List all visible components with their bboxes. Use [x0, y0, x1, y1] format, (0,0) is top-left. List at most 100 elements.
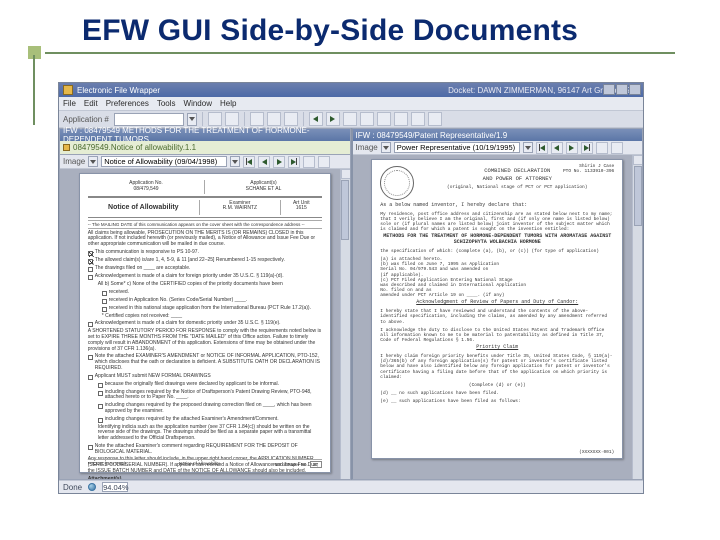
search-button[interactable]: [360, 112, 374, 126]
left-scrollbar[interactable]: [340, 169, 350, 479]
menu-preferences[interactable]: Preferences: [106, 99, 149, 108]
d1-l5d: received in this national stage applicat…: [109, 306, 322, 312]
d2-prio2: (Complete (d) or (e)): [380, 383, 614, 388]
open-button[interactable]: [208, 112, 222, 126]
right-doc-viewport[interactable]: Shirin J Case PTO No. 1133910-396 COMBIN…: [353, 155, 643, 479]
right-zoom-button[interactable]: [596, 142, 608, 154]
right-doc-page: Shirin J Case PTO No. 1133910-396 COMBIN…: [371, 159, 623, 459]
bar-icon: [589, 144, 590, 151]
right-pane: IFW : 08479549/Patent Representative/1.9…: [351, 128, 644, 480]
window-minimize-button[interactable]: [603, 84, 615, 95]
checkbox-icon: [98, 391, 103, 396]
window-close-button[interactable]: [629, 84, 641, 95]
d2-opt-d: (d) __ no such applications have been fi…: [380, 391, 614, 396]
scroll-up-button[interactable]: [341, 169, 350, 179]
d2-opt-c4: amended under PCT Article 19 on ____. (i…: [380, 293, 614, 298]
toolbar-separator: [202, 112, 203, 126]
menu-edit[interactable]: Edit: [84, 99, 98, 108]
right-next-page-button[interactable]: [566, 142, 578, 154]
checkbox-icon: [98, 404, 103, 409]
window-list-button[interactable]: [411, 112, 425, 126]
zoom-percent[interactable]: 94.04%: [102, 482, 128, 492]
save-button[interactable]: [225, 112, 239, 126]
right-last-page-button[interactable]: [581, 142, 593, 154]
split-view-button[interactable]: [394, 112, 408, 126]
nav-back-button[interactable]: [309, 112, 323, 126]
d1-l9c: including changes required by the propos…: [105, 403, 322, 415]
menu-tools[interactable]: Tools: [157, 99, 176, 108]
d1-l5e: * Certified copies not received: ____: [102, 314, 322, 320]
d1-l5a: All b) Some* c) None of the CERTIFIED co…: [98, 282, 322, 288]
tree-view-button[interactable]: [377, 112, 391, 126]
paste-button[interactable]: [284, 112, 298, 126]
d1-l7: A SHORTENED STATUTORY PERIOD FOR RESPONS…: [88, 329, 322, 352]
left-doc-selector-dropdown[interactable]: [230, 156, 240, 167]
d1-appno: 08/479,549: [89, 187, 204, 193]
chevron-down-icon: [189, 117, 195, 121]
checkbox-icon: [88, 259, 93, 264]
menu-help[interactable]: Help: [220, 99, 236, 108]
left-first-page-button[interactable]: [243, 156, 255, 168]
right-first-page-button[interactable]: [536, 142, 548, 154]
chevron-down-icon: [90, 160, 96, 164]
left-pane-titlebar[interactable]: IFW : 08479549 METHODS FOR THE TREATMENT…: [60, 129, 350, 141]
globe-icon: [88, 483, 96, 491]
help-button[interactable]: [428, 112, 442, 126]
d1-title: Notice of Allowability: [89, 204, 198, 212]
nav-fwd-button[interactable]: [326, 112, 340, 126]
d1-l5b: received.: [109, 290, 322, 296]
scroll-thumb[interactable]: [341, 180, 349, 240]
d1-examiner: R.M. WAIRNTZ: [201, 206, 279, 212]
right-scrollbar[interactable]: [632, 155, 642, 479]
right-prev-page-button[interactable]: [551, 142, 563, 154]
window-maximize-button[interactable]: [616, 84, 628, 95]
scroll-thumb[interactable]: [634, 166, 642, 226]
toolbar-separator-3: [303, 112, 304, 126]
document-panes: IFW : 08479549 METHODS FOR THE TREATMENT…: [59, 128, 643, 480]
right-image-dropdown[interactable]: [381, 142, 391, 153]
window-title: Electronic File Wrapper: [77, 86, 448, 95]
left-doc-viewport[interactable]: Application No.08/479,549 Applicant(s)SC…: [60, 169, 350, 479]
left-doc-selector[interactable]: [101, 156, 227, 167]
right-image-label: Image: [356, 143, 378, 152]
right-doc-selector-dropdown[interactable]: [523, 142, 533, 153]
left-prev-page-button[interactable]: [258, 156, 270, 168]
d1-l6: Acknowledgement is made of a claim for d…: [95, 321, 322, 327]
app-icon: [63, 85, 73, 95]
left-image-label: Image: [63, 157, 85, 166]
window-titlebar[interactable]: Electronic File Wrapper Docket: DAWN ZIM…: [59, 83, 643, 97]
checkbox-icon: [88, 251, 93, 256]
right-pane-titlebar[interactable]: IFW : 08479549/Patent Representative/1.9: [353, 129, 643, 141]
right-doc-selector[interactable]: [394, 142, 520, 153]
d1-foot-center: Notice of Allowability: [179, 461, 220, 468]
left-pane-toolbar: Image: [60, 155, 350, 169]
left-next-page-button[interactable]: [273, 156, 285, 168]
checkbox-icon: [102, 307, 107, 312]
status-text: Done: [63, 483, 82, 492]
checkbox-icon: [88, 322, 93, 327]
d2-p1a: My residence, post office address and ci…: [380, 212, 614, 233]
left-last-page-button[interactable]: [288, 156, 300, 168]
d1-artunit: 1615: [282, 206, 321, 212]
d2-prio1: I hereby claim foreign priority benefits…: [380, 354, 614, 380]
scroll-up-button[interactable]: [633, 155, 642, 165]
arrow-right-icon: [277, 159, 282, 165]
refresh-button[interactable]: [343, 112, 357, 126]
application-number-input[interactable]: [114, 113, 184, 126]
d1-l5c: received in Application No. (Series Code…: [109, 298, 322, 304]
right-rotate-button[interactable]: [611, 142, 623, 154]
menu-window[interactable]: Window: [184, 99, 212, 108]
statusbar: Done 94.04%: [59, 480, 643, 493]
d1-mailing-strip: -- The MAILING DATE of this communicatio…: [88, 220, 322, 229]
application-number-dropdown-button[interactable]: [187, 113, 197, 126]
left-image-dropdown[interactable]: [88, 156, 98, 167]
print-button[interactable]: [250, 112, 264, 126]
d2-p3: the specification of which: (complete (a…: [380, 249, 614, 254]
left-doc-tab[interactable]: 08479549.Notice of allowability.1.1: [60, 141, 350, 155]
left-rotate-button[interactable]: [318, 156, 330, 168]
copy-button[interactable]: [267, 112, 281, 126]
menu-file[interactable]: File: [63, 99, 76, 108]
checkbox-icon: [88, 267, 93, 272]
d2-ack-header: Acknowledgment of Review of Papers and D…: [380, 300, 614, 306]
left-zoom-button[interactable]: [303, 156, 315, 168]
